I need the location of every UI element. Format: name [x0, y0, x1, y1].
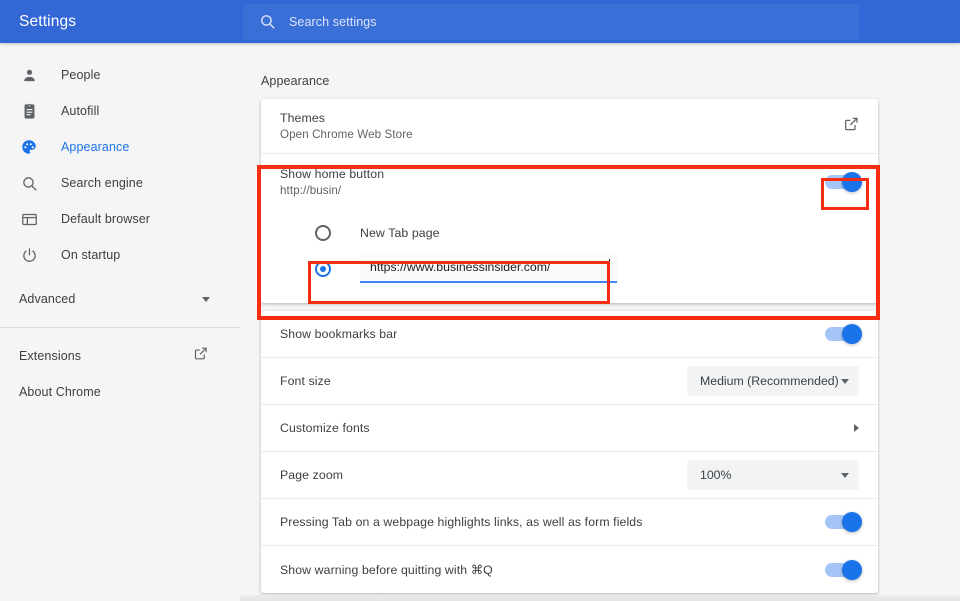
sidebar-item-advanced[interactable]: Advanced	[0, 281, 240, 317]
font-size-dropdown[interactable]: Medium (Recommended)	[687, 366, 859, 396]
chevron-down-icon	[202, 297, 210, 302]
sidebar-item-extensions[interactable]: Extensions	[0, 338, 240, 374]
power-icon	[19, 245, 39, 265]
show-home-button-url: http://busin/	[280, 184, 825, 197]
custom-url-input[interactable]	[360, 255, 617, 283]
browser-window-icon	[19, 209, 39, 229]
clipboard-icon	[19, 101, 39, 121]
sidebar-divider	[0, 327, 240, 328]
horizontal-scrollbar[interactable]	[240, 595, 960, 601]
customize-fonts-row[interactable]: Customize fonts	[261, 405, 878, 452]
sidebar: People Autofill Appearance Searc	[0, 43, 240, 601]
sidebar-item-about-chrome[interactable]: About Chrome	[0, 374, 240, 410]
person-icon	[19, 65, 39, 85]
sidebar-advanced-label: Advanced	[19, 292, 202, 306]
show-bookmarks-bar-row[interactable]: Show bookmarks bar	[261, 311, 878, 358]
sidebar-item-on-startup[interactable]: On startup	[0, 237, 240, 273]
themes-title: Themes	[280, 111, 843, 125]
appearance-card-bottom: Show bookmarks bar Font size Medium (Rec…	[261, 311, 878, 593]
tab-highlight-row[interactable]: Pressing Tab on a webpage highlights lin…	[261, 499, 878, 546]
sidebar-item-label: On startup	[61, 248, 120, 262]
show-bookmarks-bar-toggle[interactable]	[825, 327, 859, 341]
custom-url-radio-row[interactable]	[261, 251, 878, 287]
quit-warning-row[interactable]: Show warning before quitting with ⌘Q	[261, 546, 878, 593]
search-icon	[259, 13, 276, 30]
section-title-appearance: Appearance	[261, 74, 960, 88]
search-settings-box[interactable]: Search settings	[243, 4, 859, 40]
tab-highlight-title: Pressing Tab on a webpage highlights lin…	[280, 515, 825, 529]
tab-highlight-toggle[interactable]	[825, 515, 859, 529]
external-link-icon	[193, 346, 208, 366]
chevron-down-icon	[841, 473, 849, 478]
sidebar-item-label: Search engine	[61, 176, 143, 190]
magnifier-icon	[19, 173, 39, 193]
home-page-radio-group: New Tab page	[261, 209, 878, 303]
show-home-button-row[interactable]: Show home button http://busin/	[261, 154, 878, 209]
font-size-value: Medium (Recommended)	[700, 374, 839, 388]
text-caret	[609, 259, 610, 276]
page-zoom-title: Page zoom	[280, 468, 687, 482]
main-content: Appearance Themes Open Chrome Web Store …	[240, 43, 960, 601]
quit-warning-toggle[interactable]	[825, 563, 859, 577]
page-zoom-value: 100%	[700, 468, 731, 482]
sidebar-item-search-engine[interactable]: Search engine	[0, 165, 240, 201]
chevron-down-icon	[841, 379, 849, 384]
page-zoom-dropdown[interactable]: 100%	[687, 460, 859, 490]
themes-row[interactable]: Themes Open Chrome Web Store	[261, 99, 878, 154]
page-title: Settings	[19, 13, 241, 31]
sidebar-item-label: Autofill	[61, 104, 99, 118]
sidebar-item-autofill[interactable]: Autofill	[0, 93, 240, 129]
sidebar-item-label: Appearance	[61, 140, 129, 154]
customize-fonts-title: Customize fonts	[280, 421, 854, 435]
appearance-card-top: Themes Open Chrome Web Store Show home b…	[261, 99, 878, 303]
sidebar-item-default-browser[interactable]: Default browser	[0, 201, 240, 237]
show-home-button-toggle[interactable]	[825, 175, 859, 189]
sidebar-item-appearance[interactable]: Appearance	[0, 129, 240, 165]
sidebar-item-label: About Chrome	[19, 385, 208, 399]
themes-text: Themes Open Chrome Web Store	[280, 111, 843, 141]
sidebar-item-label: Default browser	[61, 212, 150, 226]
sidebar-item-label: Extensions	[19, 349, 193, 363]
external-link-icon[interactable]	[843, 116, 859, 137]
page-zoom-row[interactable]: Page zoom 100%	[261, 452, 878, 499]
show-home-button-title: Show home button	[280, 167, 825, 181]
new-tab-page-radio-row[interactable]: New Tab page	[261, 215, 878, 251]
sidebar-item-label: People	[61, 68, 101, 82]
font-size-row[interactable]: Font size Medium (Recommended)	[261, 358, 878, 405]
sidebar-item-people[interactable]: People	[0, 57, 240, 93]
show-bookmarks-bar-title: Show bookmarks bar	[280, 327, 825, 341]
show-home-button-text: Show home button http://busin/	[280, 167, 825, 197]
arrow-right-icon	[854, 424, 859, 432]
search-input-placeholder[interactable]: Search settings	[289, 15, 377, 29]
new-tab-page-radio[interactable]	[315, 225, 331, 241]
settings-header: Settings Search settings	[0, 0, 960, 43]
new-tab-page-label: New Tab page	[360, 226, 440, 240]
palette-icon	[19, 137, 39, 157]
font-size-title: Font size	[280, 374, 687, 388]
custom-url-input-wrap	[360, 255, 617, 283]
themes-subtitle: Open Chrome Web Store	[280, 128, 843, 141]
custom-url-radio[interactable]	[315, 261, 331, 277]
quit-warning-title: Show warning before quitting with ⌘Q	[280, 563, 825, 577]
